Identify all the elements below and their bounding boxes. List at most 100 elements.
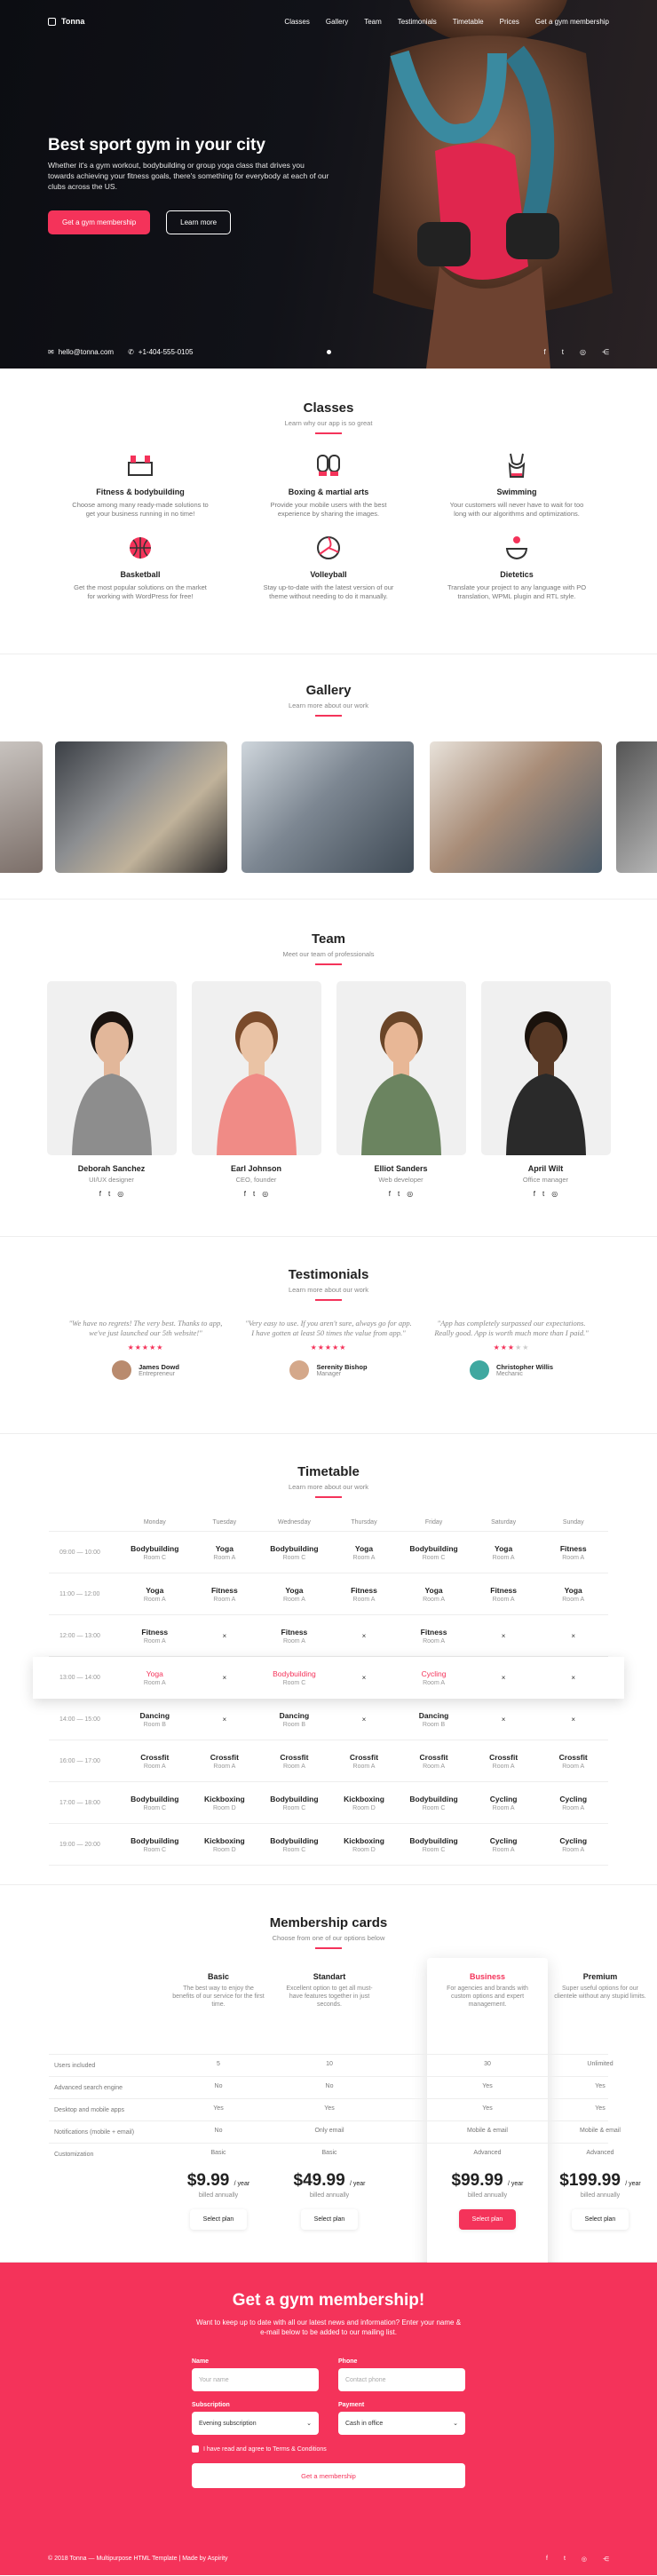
- class-slot[interactable]: Yoga Room A: [399, 1586, 469, 1603]
- class-slot[interactable]: Yoga Room A: [190, 1544, 260, 1561]
- class-slot[interactable]: Bodybuilding Room C: [120, 1836, 190, 1853]
- class-slot[interactable]: Bodybuilding Room C: [399, 1836, 469, 1853]
- class-slot[interactable]: Fitness Room A: [469, 1586, 539, 1603]
- terms-checkbox[interactable]: I have read and agree to Terms & Conditi…: [192, 2445, 465, 2453]
- gallery-image[interactable]: [616, 741, 657, 873]
- twitter-icon[interactable]: t: [542, 1190, 544, 1198]
- select-plan-button[interactable]: Select plan: [458, 2209, 517, 2230]
- class-slot[interactable]: Bodybuilding Room C: [259, 1795, 329, 1811]
- gallery-image[interactable]: [241, 741, 414, 873]
- nav-item-prices[interactable]: Prices: [500, 18, 519, 26]
- gallery-image[interactable]: [0, 741, 43, 873]
- class-slot[interactable]: Yoga Room A: [259, 1586, 329, 1603]
- hero-membership-button[interactable]: Get a gym membership: [48, 210, 151, 234]
- instagram-icon[interactable]: ◎: [262, 1190, 268, 1198]
- subscription-select[interactable]: Evening subscription ⌄: [192, 2412, 319, 2435]
- class-slot[interactable]: Crossfit Room A: [190, 1753, 260, 1770]
- class-slot[interactable]: Yoga Room A: [538, 1586, 608, 1603]
- class-slot[interactable]: Kickboxing Room D: [329, 1795, 400, 1811]
- facebook-icon[interactable]: f: [546, 2556, 548, 2563]
- class-slot[interactable]: Crossfit Room A: [259, 1753, 329, 1770]
- instagram-icon[interactable]: ◎: [407, 1190, 413, 1198]
- class-item[interactable]: Dietetics Translate your project to any l…: [446, 533, 588, 601]
- class-slot[interactable]: Cycling Room A: [469, 1795, 539, 1811]
- class-slot[interactable]: Fitness Room A: [329, 1586, 400, 1603]
- class-slot[interactable]: Fitness Room A: [538, 1544, 608, 1561]
- instagram-icon[interactable]: ◎: [580, 348, 586, 356]
- instagram-icon[interactable]: ◎: [551, 1190, 558, 1198]
- select-plan-button[interactable]: Select plan: [189, 2209, 248, 2230]
- class-slot[interactable]: Fitness Room A: [259, 1628, 329, 1645]
- class-slot[interactable]: Bodybuilding Room C: [259, 1669, 329, 1686]
- class-slot[interactable]: Yoga Room A: [469, 1544, 539, 1561]
- facebook-icon[interactable]: f: [544, 348, 546, 356]
- facebook-icon[interactable]: f: [534, 1190, 535, 1198]
- class-item[interactable]: Volleyball Stay up-to-date with the lates…: [257, 533, 400, 601]
- class-slot[interactable]: Cycling Room A: [538, 1795, 608, 1811]
- class-slot[interactable]: Crossfit Room A: [399, 1753, 469, 1770]
- class-slot[interactable]: Bodybuilding Room C: [399, 1795, 469, 1811]
- phone-input[interactable]: Contact phone: [338, 2368, 465, 2391]
- facebook-icon[interactable]: f: [244, 1190, 246, 1198]
- twitter-icon[interactable]: t: [398, 1190, 400, 1198]
- checkbox-box[interactable]: [192, 2445, 199, 2453]
- class-item[interactable]: Boxing & martial arts Provide your mobile…: [257, 450, 400, 519]
- class-slot[interactable]: Crossfit Room A: [538, 1753, 608, 1770]
- facebook-icon[interactable]: f: [99, 1190, 101, 1198]
- name-input[interactable]: Your name: [192, 2368, 319, 2391]
- brand-logo[interactable]: Tonna: [48, 17, 84, 26]
- share-icon[interactable]: ⋲: [603, 2556, 609, 2563]
- class-slot[interactable]: Kickboxing Room D: [329, 1836, 400, 1853]
- contact-phone[interactable]: ✆ +1-404-555-0105: [128, 348, 193, 356]
- gallery-image[interactable]: [430, 741, 602, 873]
- instagram-icon[interactable]: ◎: [582, 2556, 587, 2563]
- nav-item-team[interactable]: Team: [364, 18, 382, 26]
- class-slot[interactable]: Crossfit Room A: [469, 1753, 539, 1770]
- class-slot[interactable]: Yoga Room A: [120, 1669, 190, 1686]
- hero-learn-more-button[interactable]: Learn more: [166, 210, 232, 234]
- nav-item-testimonials[interactable]: Testimonials: [398, 18, 437, 26]
- facebook-icon[interactable]: f: [389, 1190, 391, 1198]
- contact-email[interactable]: ✉ hello@tonna.com: [48, 348, 114, 356]
- twitter-icon[interactable]: t: [108, 1190, 110, 1198]
- class-slot[interactable]: Bodybuilding Room C: [399, 1544, 469, 1561]
- class-item[interactable]: Swimming Your customers will never have t…: [446, 450, 588, 519]
- class-slot[interactable]: Crossfit Room A: [329, 1753, 400, 1770]
- nav-item-gallery[interactable]: Gallery: [326, 18, 348, 26]
- class-slot[interactable]: Kickboxing Room D: [190, 1836, 260, 1853]
- class-slot[interactable]: Kickboxing Room D: [190, 1795, 260, 1811]
- class-slot[interactable]: Dancing Room B: [259, 1711, 329, 1728]
- share-icon[interactable]: ⋲: [602, 348, 609, 356]
- class-slot[interactable]: Fitness Room A: [120, 1628, 190, 1645]
- submit-membership-button[interactable]: Get a membership: [192, 2463, 465, 2488]
- class-slot[interactable]: Fitness Room A: [190, 1586, 260, 1603]
- class-slot[interactable]: Yoga Room A: [120, 1586, 190, 1603]
- twitter-icon[interactable]: t: [562, 348, 564, 356]
- nav-item-timetable[interactable]: Timetable: [453, 18, 484, 26]
- select-plan-button[interactable]: Select plan: [571, 2209, 629, 2230]
- class-slot[interactable]: Bodybuilding Room C: [259, 1836, 329, 1853]
- class-slot[interactable]: Cycling Room A: [469, 1836, 539, 1853]
- class-slot[interactable]: Crossfit Room A: [120, 1753, 190, 1770]
- gallery-image[interactable]: [55, 741, 227, 873]
- class-slot[interactable]: Dancing Room B: [120, 1711, 190, 1728]
- twitter-icon[interactable]: t: [564, 2556, 566, 2563]
- class-slot[interactable]: Dancing Room B: [399, 1711, 469, 1728]
- author-role: Manager: [316, 1371, 342, 1377]
- nav-item-classes[interactable]: Classes: [284, 18, 309, 26]
- nav-item-membership[interactable]: Get a gym membership: [535, 18, 609, 26]
- class-slot[interactable]: Cycling Room A: [399, 1669, 469, 1686]
- class-slot[interactable]: Fitness Room A: [399, 1628, 469, 1645]
- slider-dot[interactable]: [327, 350, 331, 354]
- class-slot[interactable]: Bodybuilding Room C: [120, 1795, 190, 1811]
- class-slot[interactable]: Cycling Room A: [538, 1836, 608, 1853]
- class-slot[interactable]: Yoga Room A: [329, 1544, 400, 1561]
- twitter-icon[interactable]: t: [253, 1190, 255, 1198]
- class-item[interactable]: Basketball Get the most popular solutions…: [69, 533, 211, 601]
- class-item[interactable]: Fitness & bodybuilding Choose among many …: [69, 450, 211, 519]
- class-slot[interactable]: Bodybuilding Room C: [120, 1544, 190, 1561]
- class-slot[interactable]: Bodybuilding Room C: [259, 1544, 329, 1561]
- payment-select[interactable]: Cash in office ⌄: [338, 2412, 465, 2435]
- instagram-icon[interactable]: ◎: [117, 1190, 123, 1198]
- select-plan-button[interactable]: Select plan: [300, 2209, 359, 2230]
